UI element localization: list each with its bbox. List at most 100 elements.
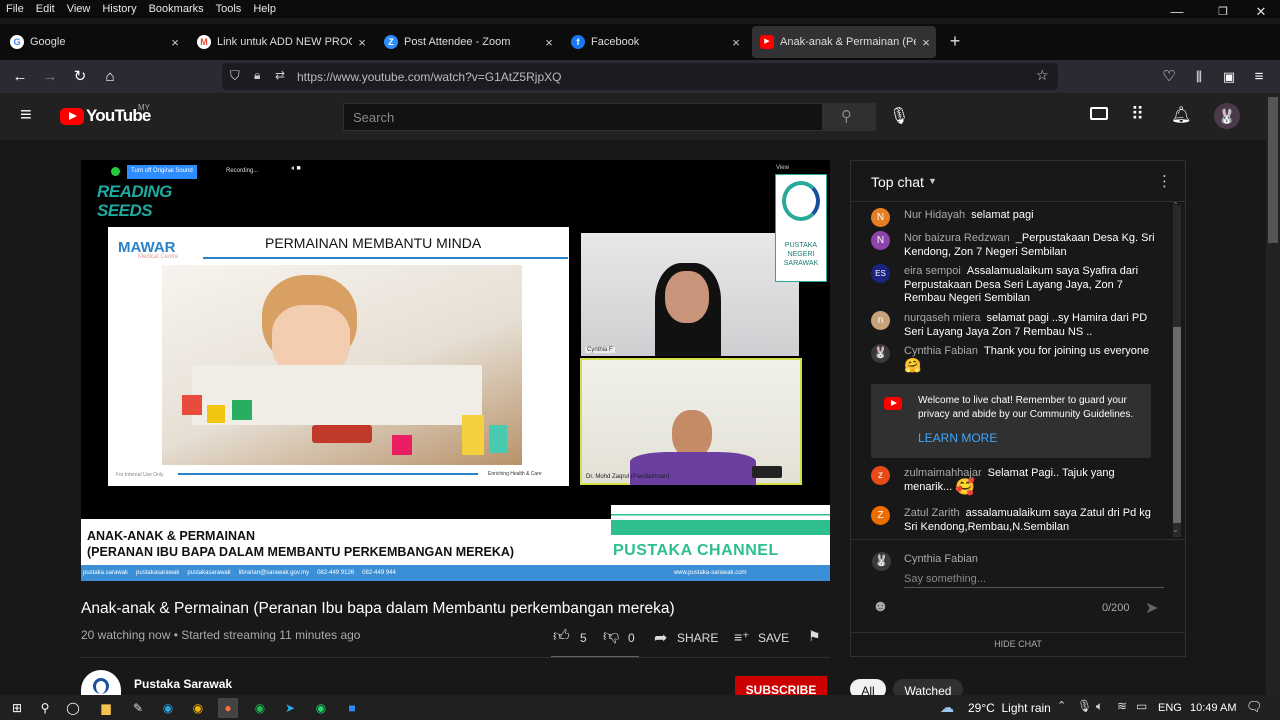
chrome-icon[interactable]: ◉ — [188, 698, 208, 718]
microphone-icon[interactable]: 🎙︎ — [889, 106, 909, 126]
spotify-icon[interactable]: ◉ — [250, 698, 270, 718]
close-tab-icon[interactable]: × — [539, 35, 559, 50]
task-view-icon[interactable]: ◯ — [63, 698, 83, 718]
share-icon[interactable]: ➦ — [654, 628, 667, 648]
chat-author[interactable]: eira sempoi — [904, 265, 961, 277]
url-text[interactable]: https://www.youtube.com/watch?v=G1AtZ5Rj… — [297, 70, 561, 84]
tab-title: Post Attendee - Zoom — [404, 36, 511, 48]
system-tray-chevron-icon[interactable]: ⌃ — [1057, 699, 1066, 712]
wifi-icon[interactable]: ≋ — [1117, 699, 1127, 713]
search-input[interactable]: Search — [343, 103, 823, 131]
search-button[interactable]: ⚲ — [822, 103, 876, 131]
speaker2-mug — [752, 466, 782, 478]
lock-icon[interactable]: 🔒︎ — [254, 68, 260, 83]
weather-text[interactable]: 29°C Light rain — [968, 701, 1051, 715]
forward-icon[interactable]: → — [39, 66, 61, 88]
telegram-icon[interactable]: ➤ — [280, 698, 300, 718]
subscribe-button[interactable]: SUBSCRIBE — [735, 676, 827, 695]
tab-zoom[interactable]: Z Post Attendee - Zoom × — [376, 26, 559, 58]
url-bar[interactable]: ⛉ 🔒︎ ⇄ https://www.youtube.com/watch?v=G… — [222, 63, 1058, 90]
menu-tools[interactable]: Tools — [216, 3, 242, 15]
search-icon[interactable]: ⚲ — [35, 698, 55, 718]
menu-view[interactable]: View — [67, 3, 91, 15]
like-count[interactable]: 5 — [580, 631, 587, 645]
scroll-up-icon[interactable]: ⌃ — [1172, 201, 1179, 210]
close-tab-icon[interactable]: × — [165, 35, 185, 50]
file-explorer-icon[interactable]: ▆ — [96, 698, 116, 718]
tab-facebook[interactable]: f Facebook × — [563, 26, 746, 58]
bookmark-star-icon[interactable]: ☆ — [1036, 67, 1049, 84]
chat-scrollbar[interactable] — [1173, 205, 1181, 537]
more-options-icon[interactable]: ⋮ — [1157, 172, 1172, 190]
pen-app-icon[interactable]: ✎ — [128, 698, 148, 718]
notifications-bell-icon[interactable]: 🔔︎ — [1171, 105, 1191, 125]
reload-icon[interactable]: ↻ — [69, 66, 91, 88]
like-icon[interactable]: 👍︎ — [553, 627, 570, 646]
firefox-icon[interactable]: ● — [218, 698, 238, 718]
dislike-count[interactable]: 0 — [628, 631, 635, 645]
new-tab-button[interactable]: + — [945, 32, 965, 52]
menu-file[interactable]: File — [6, 3, 24, 15]
scroll-down-icon[interactable]: ⌄ — [1172, 525, 1179, 534]
chat-author[interactable]: nurqaseh miera — [904, 312, 980, 324]
library-icon[interactable]: ⫼ — [1188, 66, 1210, 88]
emoji-picker-icon[interactable]: ☻ — [872, 598, 889, 616]
chat-author[interactable]: Cynthia Fabian — [904, 345, 978, 357]
share-button[interactable]: SHARE — [677, 631, 718, 645]
edge-icon[interactable]: ◉ — [158, 698, 178, 718]
tab-youtube[interactable]: ▶ Anak-anak & Permainan (Peran × — [752, 26, 936, 58]
apps-grid-icon[interactable]: ⠿ — [1131, 105, 1144, 123]
learn-more-link[interactable]: LEARN MORE — [918, 431, 997, 445]
home-icon[interactable]: ⌂ — [99, 66, 121, 88]
minimize-icon[interactable]: — — [1154, 0, 1200, 24]
create-video-icon[interactable] — [1090, 107, 1108, 120]
chat-author[interactable]: Nor baizura Redzwan — [904, 232, 1010, 244]
menu-help[interactable]: Help — [253, 3, 276, 15]
notifications-icon[interactable]: 🗨︎ — [1246, 699, 1263, 715]
windows-start-icon[interactable]: ⊞ — [7, 698, 27, 718]
app-menu-icon[interactable]: ≡ — [1248, 66, 1270, 88]
recording-indicator: Recording... — [226, 168, 259, 174]
block-pink — [392, 435, 412, 455]
clock[interactable]: 10:49 AM — [1190, 702, 1236, 714]
report-flag-icon[interactable]: ⚑ — [808, 628, 821, 645]
tab-google[interactable]: G Google × — [2, 26, 185, 58]
volume-icon[interactable]: 🔈︎ — [1096, 699, 1103, 714]
youtube-logo-icon[interactable] — [60, 108, 84, 125]
channel-name[interactable]: Pustaka Sarawak — [134, 677, 232, 691]
whatsapp-icon[interactable]: ◉ — [311, 698, 331, 718]
hide-chat-button[interactable]: HIDE CHAT — [851, 639, 1185, 649]
save-playlist-icon[interactable]: ≡⁺ — [734, 629, 750, 646]
tab-gmail[interactable]: M Link untuk ADD NEW PROGRAM × — [189, 26, 372, 58]
close-tab-icon[interactable]: × — [916, 35, 936, 50]
channel-avatar[interactable] — [81, 670, 121, 695]
sidebar-icon[interactable]: ▣ — [1218, 66, 1240, 88]
avatar[interactable]: 🐰 — [1214, 103, 1240, 129]
send-icon[interactable]: ➤ — [1145, 598, 1158, 618]
close-tab-icon[interactable]: × — [352, 35, 372, 50]
close-window-icon[interactable]: ✕ — [1238, 0, 1280, 24]
microphone-icon[interactable]: 🎙︎ — [1077, 699, 1092, 713]
weather-icon[interactable]: ☁ — [940, 699, 954, 716]
close-tab-icon[interactable]: × — [726, 35, 746, 50]
video-player[interactable]: Turn off Original Sound Recording... ⏸ ■… — [81, 160, 830, 581]
page-scrollbar[interactable] — [1266, 93, 1280, 695]
chat-input[interactable]: Say something... — [904, 571, 1164, 588]
shield-icon[interactable]: ⛉ — [230, 68, 240, 84]
menu-bookmarks[interactable]: Bookmarks — [149, 3, 204, 15]
menu-edit[interactable]: Edit — [36, 3, 55, 15]
hamburger-menu-icon[interactable]: ≡ — [20, 105, 32, 125]
zoom-icon[interactable]: ■ — [342, 698, 362, 718]
language-indicator[interactable]: ENG — [1158, 702, 1182, 714]
battery-icon[interactable]: ▭ — [1136, 699, 1147, 713]
menu-history[interactable]: History — [102, 3, 136, 15]
top-chat-dropdown[interactable]: Top chat — [871, 174, 924, 190]
chat-author[interactable]: Nur Hidayah — [904, 209, 965, 221]
chat-author[interactable]: Zatul Zarith — [904, 507, 960, 519]
pocket-icon[interactable]: ♡ — [1158, 66, 1180, 88]
dislike-icon[interactable]: 👎︎ — [603, 627, 619, 646]
save-button[interactable]: SAVE — [758, 631, 789, 645]
chevron-down-icon[interactable]: ▼ — [928, 176, 937, 186]
back-icon[interactable]: ← — [9, 66, 31, 88]
permissions-icon[interactable]: ⇄ — [275, 68, 285, 82]
